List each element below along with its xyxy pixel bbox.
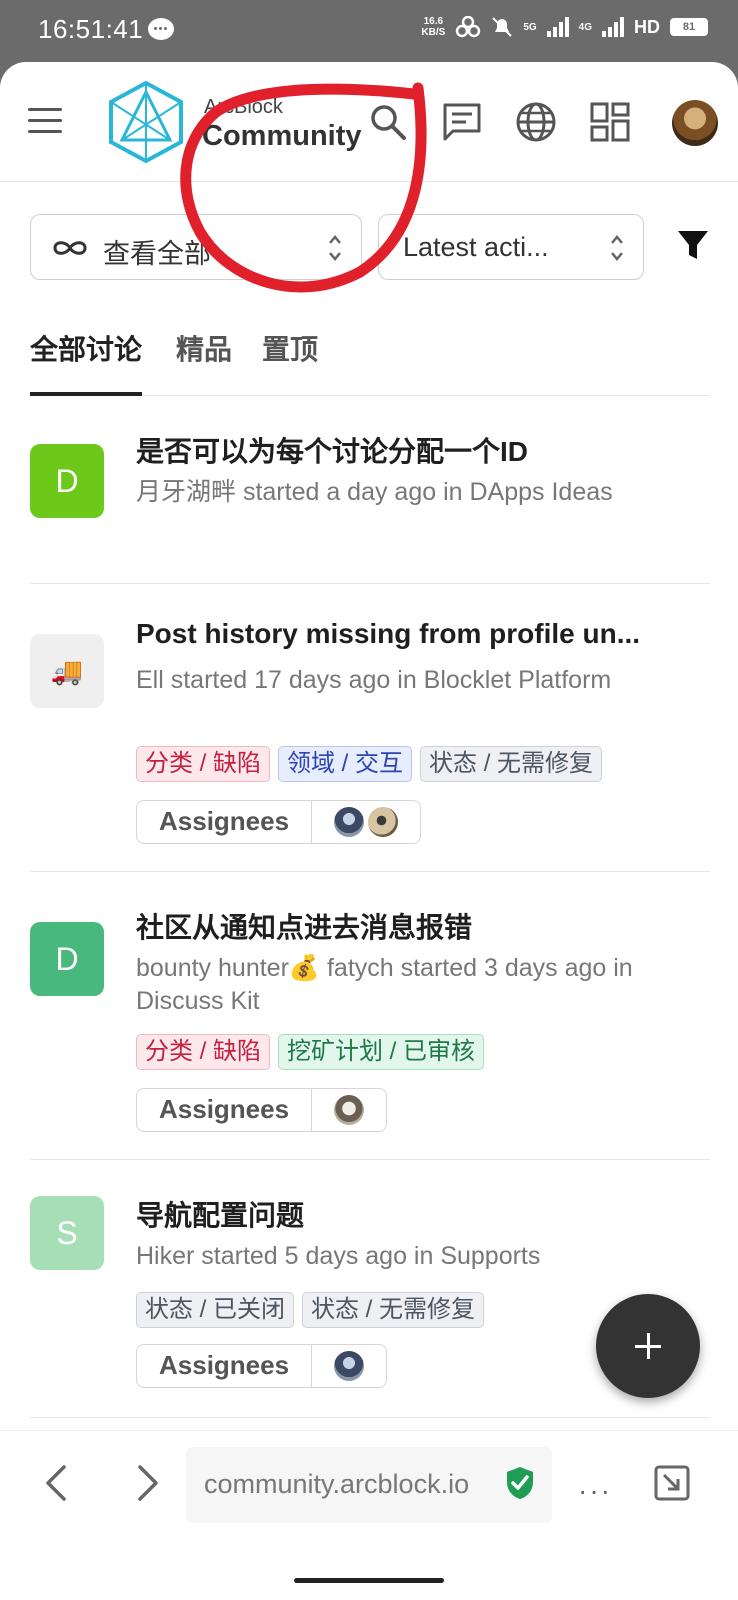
- assignee-avatar[interactable]: [334, 807, 365, 837]
- list-item[interactable]: D 社区从通知点进去消息报错 bounty hunter💰 fatych sta…: [30, 872, 710, 1160]
- network-speed: 16.6 KB/S: [421, 16, 445, 38]
- discussion-title[interactable]: Post history missing from profile un...: [136, 618, 710, 650]
- tag[interactable]: 分类 / 缺陷: [136, 1034, 271, 1070]
- discussion-avatar: D: [30, 922, 104, 996]
- tag[interactable]: 状态 / 已关闭: [136, 1292, 295, 1328]
- discussion-meta: Ell started 17 days ago in Blocklet Plat…: [136, 666, 612, 694]
- tag[interactable]: 状态 / 无需修复: [420, 746, 603, 782]
- assignee-avatars: [312, 1345, 386, 1387]
- secure-shield-icon: [507, 1467, 533, 1499]
- mute-bell-icon: [492, 17, 513, 37]
- discussion-title[interactable]: 导航配置问题: [136, 1194, 710, 1234]
- hd-indicator: HD: [634, 16, 660, 37]
- network-5g: 5G: [523, 21, 537, 33]
- infinity-icon: [53, 241, 87, 255]
- list-item[interactable]: D 是否可以为每个讨论分配一个ID 月牙湖畔 started a day ago…: [30, 396, 710, 584]
- status-icons: 16.6 KB/S 5G 4G HD 81: [421, 16, 708, 38]
- message-notification-icon: [148, 18, 174, 40]
- browser-toolbar: community.arcblock.io ···: [0, 1430, 738, 1540]
- hotspot-icon: [456, 16, 481, 38]
- updown-chevron-icon: [611, 235, 623, 261]
- globe-icon[interactable]: [514, 100, 558, 144]
- assignees-group[interactable]: Assignees: [136, 800, 422, 844]
- tag[interactable]: 状态 / 无需修复: [302, 1292, 485, 1328]
- sort-select-value: Latest acti...: [403, 232, 549, 262]
- sort-select[interactable]: Latest acti...: [378, 214, 644, 280]
- discussion-avatar: 🚚: [30, 634, 104, 708]
- tag-row: 分类 / 缺陷 领域 / 交互 状态 / 无需修复: [136, 746, 603, 782]
- discussion-meta: Hiker started 5 days ago in Supports: [136, 1242, 541, 1270]
- back-arrow-icon[interactable]: [38, 1461, 74, 1505]
- scope-select[interactable]: 查看全部: [30, 214, 362, 280]
- filter-icon[interactable]: [676, 228, 710, 262]
- new-discussion-button[interactable]: [596, 1294, 700, 1398]
- tag[interactable]: 分类 / 缺陷: [136, 746, 271, 782]
- discussion-tabs: 全部讨论 精品 置顶: [30, 330, 710, 396]
- tab-pinned[interactable]: 置顶: [262, 330, 318, 396]
- user-avatar[interactable]: [672, 100, 718, 146]
- tag[interactable]: 领域 / 交互: [278, 746, 413, 782]
- signal-icon-2: [602, 17, 624, 37]
- tab-all[interactable]: 全部讨论: [30, 330, 143, 396]
- status-bar: 16:51:41 16.6 KB/S 5G 4G HD 81: [0, 0, 738, 64]
- home-indicator[interactable]: [294, 1578, 444, 1583]
- assignee-avatar[interactable]: [334, 1351, 365, 1381]
- tag[interactable]: 挖矿计划 / 已审核: [278, 1034, 485, 1070]
- assignees-label: Assignees: [137, 1345, 313, 1387]
- url-text: community.arcblock.io: [204, 1469, 470, 1499]
- status-time: 16:51:41: [38, 14, 144, 44]
- brand-title[interactable]: Community: [202, 120, 362, 153]
- network-4g: 4G: [578, 21, 592, 33]
- network-speed-unit: KB/S: [421, 27, 446, 38]
- signal-icon: [546, 17, 569, 37]
- discussion-meta: 月牙湖畔 started a day ago in DApps Ideas: [136, 478, 613, 506]
- brand-subtitle: ArcBlock: [204, 96, 283, 118]
- discussion-avatar: S: [30, 1196, 104, 1270]
- assignees-label: Assignees: [137, 1089, 313, 1131]
- menu-icon[interactable]: [28, 108, 62, 134]
- search-icon[interactable]: [366, 100, 410, 144]
- assignee-avatars: [312, 801, 420, 843]
- forward-arrow-icon[interactable]: [130, 1461, 166, 1505]
- discussion-meta: bounty hunter💰 fatych started 3 days ago…: [136, 954, 633, 1015]
- assignees-group[interactable]: Assignees: [136, 1344, 388, 1388]
- tag-row: 状态 / 已关闭 状态 / 无需修复: [136, 1292, 485, 1328]
- assignees-group[interactable]: Assignees: [136, 1088, 388, 1132]
- discussion-avatar: D: [30, 444, 104, 518]
- assignee-avatar[interactable]: [368, 807, 399, 837]
- assignees-label: Assignees: [137, 801, 313, 843]
- tag-row: 分类 / 缺陷 挖矿计划 / 已审核: [136, 1034, 485, 1070]
- arcblock-logo-icon[interactable]: [108, 80, 184, 164]
- chat-icon[interactable]: [440, 100, 484, 144]
- discussion-title[interactable]: 是否可以为每个讨论分配一个ID: [136, 430, 710, 470]
- web-page: ArcBlock Community 查看全部 Latest acti... 全…: [0, 62, 738, 1600]
- battery-icon: 81: [670, 18, 708, 36]
- minimize-window-icon[interactable]: [652, 1461, 692, 1505]
- updown-chevron-icon: [329, 235, 341, 261]
- network-speed-value: 16.6: [423, 16, 444, 27]
- scope-select-value: 查看全部: [103, 239, 211, 269]
- site-header: ArcBlock Community: [0, 62, 738, 182]
- dashboard-icon[interactable]: [588, 100, 632, 144]
- assignee-avatar[interactable]: [334, 1095, 365, 1125]
- discussion-title[interactable]: 社区从通知点进去消息报错: [136, 906, 710, 946]
- more-options-icon[interactable]: ···: [578, 1475, 612, 1507]
- assignee-avatars: [312, 1089, 386, 1131]
- list-item[interactable]: 🚚 Post history missing from profile un..…: [30, 584, 710, 872]
- address-bar[interactable]: community.arcblock.io: [186, 1447, 552, 1523]
- tab-featured[interactable]: 精品: [176, 330, 232, 396]
